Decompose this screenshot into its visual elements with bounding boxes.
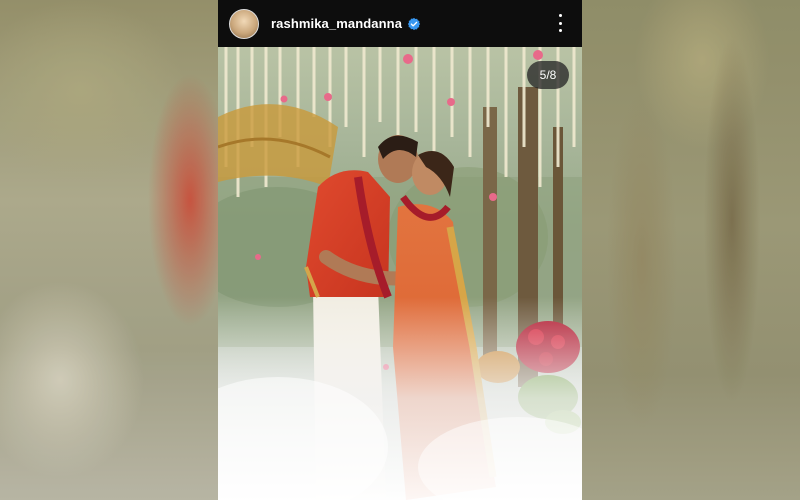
wedding-photo-illustration — [218, 47, 582, 500]
instagram-post: rashmika_mandanna 5/8 — [218, 0, 582, 500]
post-header: rashmika_mandanna — [218, 0, 582, 47]
more-options-icon[interactable] — [552, 12, 568, 34]
blurred-background-left — [0, 0, 218, 500]
blurred-background-right — [582, 0, 800, 500]
profile-avatar[interactable] — [229, 8, 259, 39]
post-photo[interactable]: 5/8 — [218, 47, 582, 500]
username[interactable]: rashmika_mandanna — [271, 16, 402, 31]
carousel-counter: 5/8 — [527, 61, 569, 89]
verified-badge-icon — [407, 17, 421, 30]
